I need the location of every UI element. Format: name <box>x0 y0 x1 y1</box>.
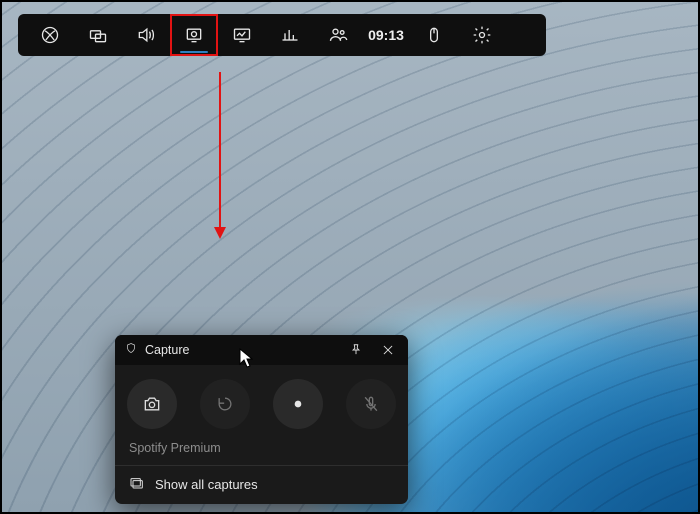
annotation-arrow <box>219 72 221 237</box>
audio-icon[interactable] <box>122 14 170 56</box>
record-button[interactable] <box>273 379 323 429</box>
performance-icon[interactable] <box>218 14 266 56</box>
xbox-icon[interactable] <box>26 14 74 56</box>
capture-context-app: Spotify Premium <box>115 437 408 465</box>
gamebar-toolbar: 09:13 <box>18 14 546 56</box>
gallery-icon <box>129 476 145 492</box>
capture-icon[interactable] <box>170 14 218 56</box>
settings-icon[interactable] <box>458 14 506 56</box>
record-last-button <box>200 379 250 429</box>
close-button[interactable] <box>376 338 400 362</box>
stats-icon[interactable] <box>266 14 314 56</box>
social-icon[interactable] <box>314 14 362 56</box>
capture-body <box>115 365 408 437</box>
screenshot-button[interactable] <box>127 379 177 429</box>
toolbar-clock: 09:13 <box>362 27 410 43</box>
mic-button <box>346 379 396 429</box>
show-all-captures-button[interactable]: Show all captures <box>115 465 408 504</box>
widgets-icon[interactable] <box>74 14 122 56</box>
shield-icon <box>125 341 137 359</box>
capture-header: Capture <box>115 335 408 365</box>
show-all-captures-label: Show all captures <box>155 477 258 492</box>
mouse-icon[interactable] <box>410 14 458 56</box>
pin-button[interactable] <box>344 338 368 362</box>
capture-widget: Capture Spotify Premium Show all capture… <box>115 335 408 504</box>
capture-title: Capture <box>145 343 336 357</box>
